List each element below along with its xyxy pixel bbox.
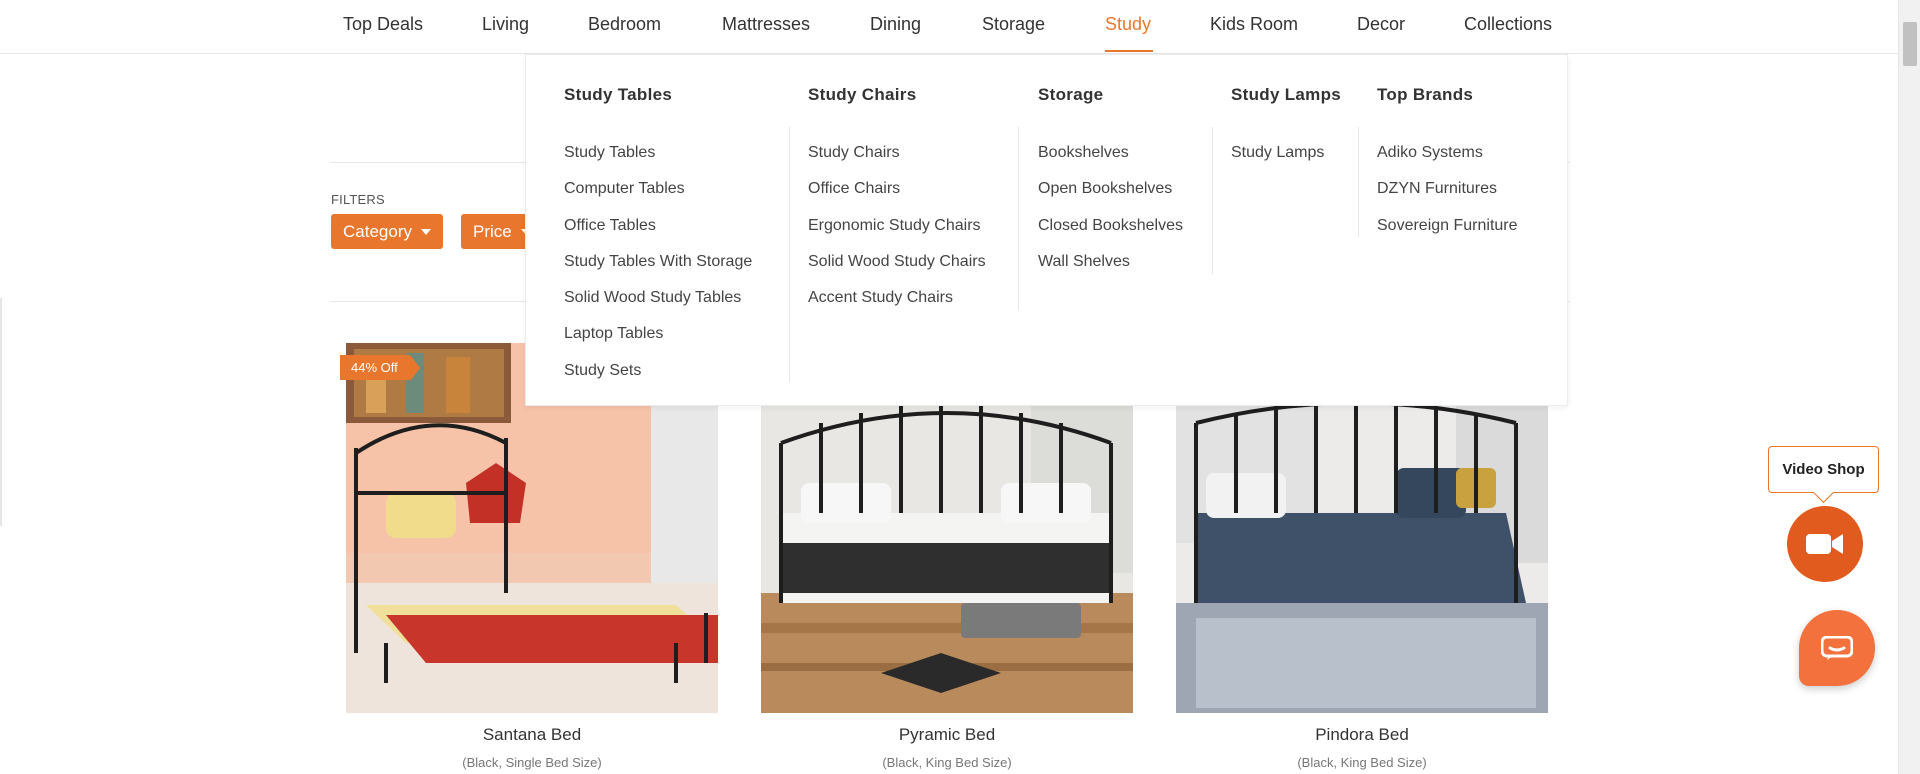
- left-edge-divider: [0, 298, 2, 526]
- mega-column-links: Adiko Systems DZYN Furnitures Sovereign …: [1377, 135, 1518, 244]
- nav-item-mattresses[interactable]: Mattresses: [722, 14, 810, 35]
- product-variant: (Black, King Bed Size): [1297, 755, 1427, 770]
- mega-column-heading[interactable]: Study Chairs: [808, 85, 916, 105]
- mega-link[interactable]: DZYN Furnitures: [1377, 171, 1518, 207]
- mega-column-links: Study Chairs Office Chairs Ergonomic Stu…: [808, 135, 986, 316]
- mega-column-heading[interactable]: Top Brands: [1377, 85, 1473, 105]
- filters-label: FILTERS: [331, 192, 385, 207]
- study-mega-menu: Study Tables Study Tables Computer Table…: [525, 54, 1568, 406]
- discount-badge: 44% Off: [340, 355, 420, 381]
- nav-item-top-deals[interactable]: Top Deals: [343, 14, 423, 35]
- product-name[interactable]: Pyramic Bed: [761, 725, 1133, 745]
- price-filter-label: Price: [473, 221, 512, 241]
- mega-column-links: Study Tables Computer Tables Office Tabl…: [564, 135, 752, 389]
- mega-link[interactable]: Study Sets: [564, 353, 752, 389]
- chat-button[interactable]: [1799, 610, 1875, 686]
- top-navigation: Top Deals Living Bedroom Mattresses Dini…: [0, 0, 1898, 54]
- mega-link[interactable]: Office Tables: [564, 208, 752, 244]
- product-name[interactable]: Santana Bed: [346, 725, 718, 745]
- chat-icon: [1821, 636, 1853, 660]
- product-variant: (Black, King Bed Size): [882, 755, 1012, 770]
- mega-column-heading[interactable]: Study Tables: [564, 85, 672, 105]
- column-divider: [1212, 127, 1213, 274]
- scrollbar-thumb[interactable]: [1903, 22, 1917, 66]
- product-variant: (Black, Single Bed Size): [462, 755, 602, 770]
- mega-link[interactable]: Study Chairs: [808, 135, 986, 171]
- nav-item-storage[interactable]: Storage: [982, 14, 1045, 35]
- caret-down-icon: [420, 228, 431, 235]
- column-divider: [1018, 127, 1019, 310]
- category-filter-button[interactable]: Category: [331, 214, 443, 249]
- mega-column-links: Bookshelves Open Bookshelves Closed Book…: [1038, 135, 1183, 280]
- mega-link[interactable]: Accent Study Chairs: [808, 280, 986, 316]
- mega-link[interactable]: Study Lamps: [1231, 135, 1324, 171]
- mega-link[interactable]: Study Tables With Storage: [564, 244, 752, 280]
- mega-link[interactable]: Ergonomic Study Chairs: [808, 208, 986, 244]
- mega-link[interactable]: Closed Bookshelves: [1038, 208, 1183, 244]
- category-filter-label: Category: [343, 221, 412, 241]
- mega-link[interactable]: Solid Wood Study Tables: [564, 280, 752, 316]
- vertical-scrollbar[interactable]: [1898, 0, 1920, 774]
- nav-item-study[interactable]: Study: [1105, 14, 1151, 35]
- mega-link[interactable]: Wall Shelves: [1038, 244, 1183, 280]
- mega-column-links: Study Lamps: [1231, 135, 1324, 171]
- video-shop-button[interactable]: [1787, 506, 1863, 582]
- nav-item-kids-room[interactable]: Kids Room: [1210, 14, 1298, 35]
- mega-link[interactable]: Study Tables: [564, 135, 752, 171]
- nav-item-collections[interactable]: Collections: [1464, 14, 1552, 35]
- active-nav-indicator: [1105, 50, 1153, 52]
- video-shop-tooltip[interactable]: Video Shop: [1768, 446, 1879, 493]
- mega-column-heading[interactable]: Storage: [1038, 85, 1103, 105]
- mega-link[interactable]: Adiko Systems: [1377, 135, 1518, 171]
- mega-link[interactable]: Open Bookshelves: [1038, 171, 1183, 207]
- mega-link[interactable]: Solid Wood Study Chairs: [808, 244, 986, 280]
- mega-link[interactable]: Bookshelves: [1038, 135, 1183, 171]
- nav-item-living[interactable]: Living: [482, 14, 529, 35]
- mega-link[interactable]: Laptop Tables: [564, 316, 752, 352]
- mega-column-heading[interactable]: Study Lamps: [1231, 85, 1341, 105]
- nav-item-decor[interactable]: Decor: [1357, 14, 1405, 35]
- nav-item-dining[interactable]: Dining: [870, 14, 921, 35]
- mega-link[interactable]: Sovereign Furniture: [1377, 208, 1518, 244]
- page: Top Deals Living Bedroom Mattresses Dini…: [0, 0, 1920, 774]
- video-camera-icon: [1806, 534, 1843, 554]
- mega-link[interactable]: Office Chairs: [808, 171, 986, 207]
- mega-link[interactable]: Computer Tables: [564, 171, 752, 207]
- nav-item-bedroom[interactable]: Bedroom: [588, 14, 661, 35]
- product-name[interactable]: Pindora Bed: [1176, 725, 1548, 745]
- column-divider: [789, 127, 790, 382]
- column-divider: [1358, 127, 1359, 237]
